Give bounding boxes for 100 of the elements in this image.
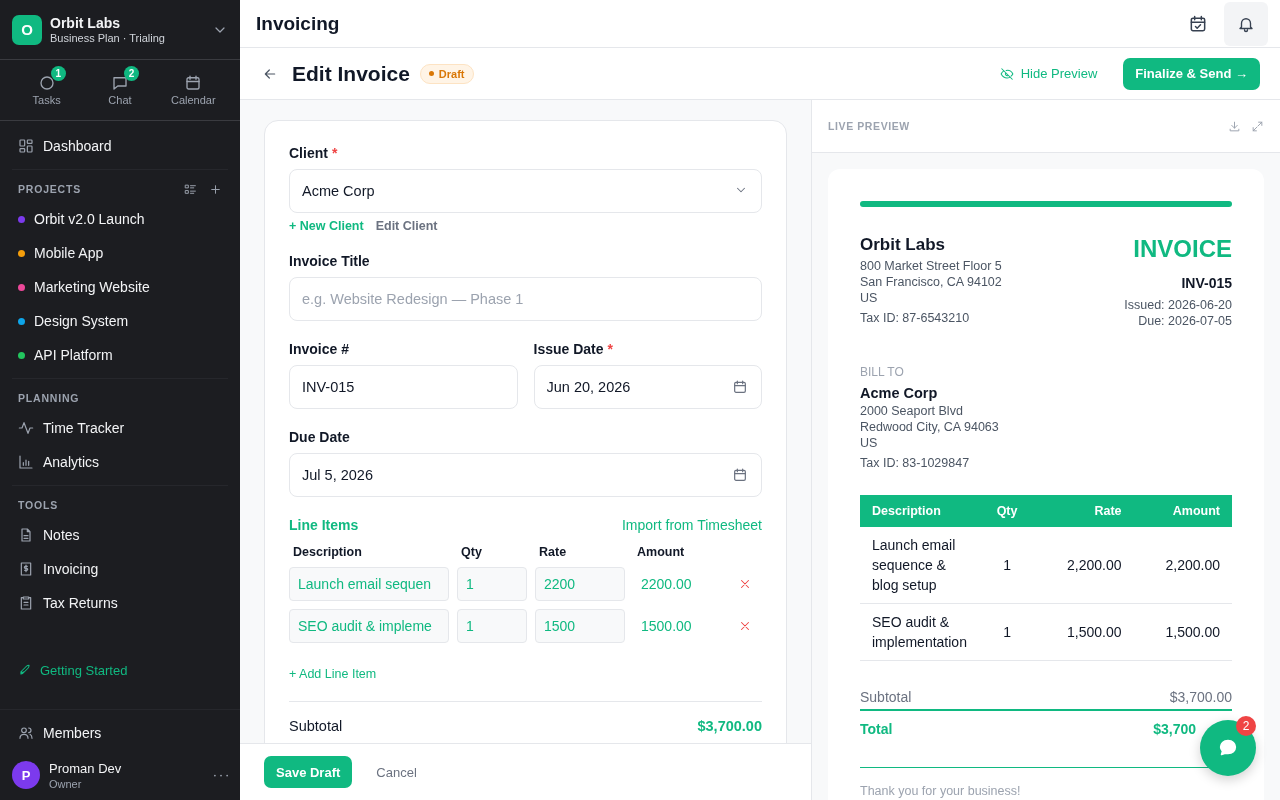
table-cell: 1 [978,603,1036,661]
thank-you-note: Thank you for your business! [860,784,1022,798]
download-icon [1228,119,1241,133]
nav-item[interactable]: Analytics [12,445,228,479]
subtotal-label: Subtotal [289,718,343,734]
title-field[interactable]: e.g. Website Redesign — Phase 1 [289,277,762,321]
tax-id: Tax ID: 87-6543210 [860,310,971,326]
table-cell: 1 [978,527,1036,604]
close-icon [738,577,752,591]
table-cell: Launch email sequence & blog setup [860,527,979,604]
project-item[interactable]: Mobile App [12,236,228,270]
field-label: Due Date [289,429,350,445]
calendar-icon [732,467,748,483]
user-avatar: P [12,761,40,789]
status-badge: Draft [419,63,474,84]
table-cell: SEO audit & implementation [860,603,979,661]
project-item[interactable]: Design System [12,304,228,338]
address-line: 800 Market Street Floor 5 [860,258,1002,274]
subtotal-label: Subtotal [860,689,912,705]
amount-text: 2200.00 [640,576,693,592]
project-item[interactable]: Marketing Website [12,270,228,304]
project-item[interactable]: API Platform [12,338,228,372]
tax-id: Tax ID: 83-1029847 [860,455,971,471]
project-item[interactable]: Orbit v2.0 Launch [12,202,228,236]
bar-chart-icon [18,454,34,470]
grid-icon [18,138,34,154]
nav-label: Time Tracker [43,420,125,436]
nav-label: Tax Returns [43,595,118,611]
user-name: Proman Dev [49,760,123,776]
bill-to-label: BILL TO [860,365,905,379]
client-select[interactable]: Acme Corp [289,169,762,213]
nav-item[interactable]: Time Tracker [12,411,228,445]
getting-started-link[interactable]: Getting Started [0,653,240,687]
document-icon [18,527,34,543]
pulse-icon [18,420,34,436]
address-line: Redwood City, CA 94063 [860,419,1000,435]
subtotal-value: $3,700.00 [697,718,762,734]
invoice-number-field[interactable]: INV-015 [289,365,518,409]
amount-text: 1500.00 [640,618,693,634]
issued-date: Issued: 2026-06-20 [1124,297,1232,313]
nav-item[interactable]: Notes [12,518,228,552]
section-title: PLANNING [18,392,80,404]
address-line: San Francisco, CA 94102 [860,274,1002,290]
address-line: US [860,290,879,306]
nav-label: Dashboard [43,138,112,154]
section-title: PROJECTS [18,183,81,195]
address-line: US [860,435,879,451]
table-cell: 2,200.00 [1035,527,1134,604]
nav-label: Members [43,725,102,741]
project-label: API Platform [34,347,113,363]
table-header: Amount [1133,495,1232,527]
section-title: Line Items [289,517,359,533]
nav-item[interactable]: Tax Returns [12,586,228,620]
table-cell: 1,500.00 [1133,603,1232,661]
column-header: Qty [460,545,483,559]
project-label: Orbit v2.0 Launch [34,211,145,227]
receipt-icon [18,561,34,577]
company-name: Orbit Labs [860,235,946,255]
page-title: Edit Invoice [292,61,410,86]
chat-icon [111,74,129,92]
invoice-number: INV-015 [1181,275,1232,291]
plus-icon [209,182,222,196]
field-label: Client [289,145,328,161]
quick-link[interactable]: Calendar [160,70,227,110]
field-label: Issue Date [533,341,604,357]
expand-icon [1251,119,1264,133]
nav-label: Analytics [43,454,100,470]
members-item[interactable]: Members [12,716,228,750]
preview-label: LIVE PREVIEW [828,120,911,132]
eye-off-icon [999,66,1014,81]
list-icon [184,182,197,196]
address-line: 2000 Seaport Blvd [860,403,964,419]
client-name: Acme Corp [860,385,939,401]
field-label: Invoice Title [289,253,370,269]
project-label: Marketing Website [34,279,150,295]
clipboard-icon [18,595,34,611]
more-icon [214,773,228,777]
subtotal-value: $3,700.00 [1169,689,1232,705]
column-header: Amount [636,545,686,559]
table-header: Description [860,495,979,527]
project-label: Design System [34,313,129,329]
workspace-logo: O [12,14,42,45]
date-field[interactable]: Jun 20, 2026 [533,365,762,409]
nav-label: Notes [43,527,80,543]
nav-item[interactable]: Invoicing [12,552,228,586]
column-header: Rate [538,545,568,559]
circle-icon [37,74,56,92]
notifications-button[interactable] [1224,1,1268,46]
nav-item[interactable]: Dashboard [12,129,228,163]
date-field[interactable]: Jul 5, 2026 [289,453,762,497]
table-cell: 2,200.00 [1133,527,1232,604]
project-label: Mobile App [34,245,104,261]
cancel-button[interactable]: Cancel [362,764,431,780]
due-date: Due: 2026-07-05 [1138,313,1232,329]
nav-label: Invoicing [43,561,99,577]
count-badge: 1 [50,66,66,81]
column-header: Description [292,545,363,559]
required-mark: * [607,341,613,357]
edit-client-link[interactable]: Edit Client [375,219,438,233]
workspace-name: Orbit Labs [50,15,121,31]
